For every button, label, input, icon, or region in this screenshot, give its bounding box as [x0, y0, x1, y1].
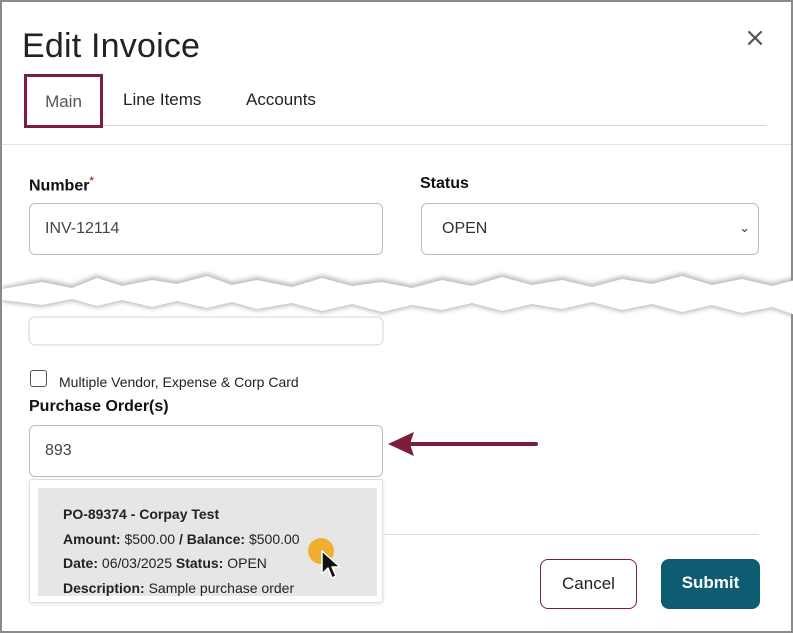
number-label: Number* — [29, 175, 94, 195]
balance-label: / Balance: — [178, 531, 246, 547]
status-select-value: OPEN — [442, 220, 488, 237]
purchase-orders-label: Purchase Order(s) — [29, 398, 169, 415]
description-label: Description: — [63, 580, 145, 596]
number-label-text: Number — [29, 177, 90, 195]
purchase-orders-input[interactable]: 893 — [29, 425, 383, 477]
required-mark: * — [89, 175, 94, 187]
tab-accounts[interactable]: Accounts — [246, 74, 316, 126]
balance-value: $500.00 — [248, 531, 300, 547]
torn-edge-divider — [2, 273, 793, 346]
status-select[interactable]: OPEN ⌄ — [421, 203, 759, 255]
po-option-title: PO-89374 - Corpay Test — [63, 506, 220, 522]
po-option-amount: Amount: $500.00 / Balance: $500.00 — [63, 531, 300, 547]
dialog-title: Edit Invoice — [22, 27, 201, 65]
tab-line-items[interactable]: Line Items — [123, 74, 201, 126]
cancel-button[interactable]: Cancel — [540, 559, 637, 609]
header-divider — [2, 144, 791, 145]
chevron-down-icon: ⌄ — [739, 221, 750, 236]
po-option-date-status: Date: 06/03/2025 Status: OPEN — [63, 555, 267, 571]
date-label: Date: — [63, 555, 99, 571]
close-icon[interactable]: × — [743, 25, 767, 51]
date-value: 06/03/2025 — [101, 555, 172, 571]
tab-main[interactable]: Main — [24, 74, 103, 128]
status-label: Status — [420, 175, 469, 192]
po-option-description: Description: Sample purchase order — [63, 580, 294, 596]
callout-arrow-icon — [388, 432, 538, 456]
edit-invoice-dialog: Edit Invoice × Main Line Items Accounts … — [0, 0, 793, 633]
multiple-vendor-checkbox[interactable] — [30, 370, 47, 387]
po-status-label: Status: — [175, 555, 224, 571]
amount-value: $500.00 — [124, 531, 176, 547]
mouse-pointer-icon — [321, 550, 341, 579]
multiple-vendor-label: Multiple Vendor, Expense & Corp Card — [59, 374, 299, 390]
po-status-value: OPEN — [227, 555, 267, 571]
amount-label: Amount: — [63, 531, 121, 547]
footer-divider — [383, 534, 759, 535]
tab-bar: Main Line Items Accounts — [24, 74, 767, 128]
submit-button[interactable]: Submit — [661, 559, 760, 609]
number-input[interactable]: INV-12114 — [29, 203, 383, 255]
description-value: Sample purchase order — [148, 580, 295, 596]
